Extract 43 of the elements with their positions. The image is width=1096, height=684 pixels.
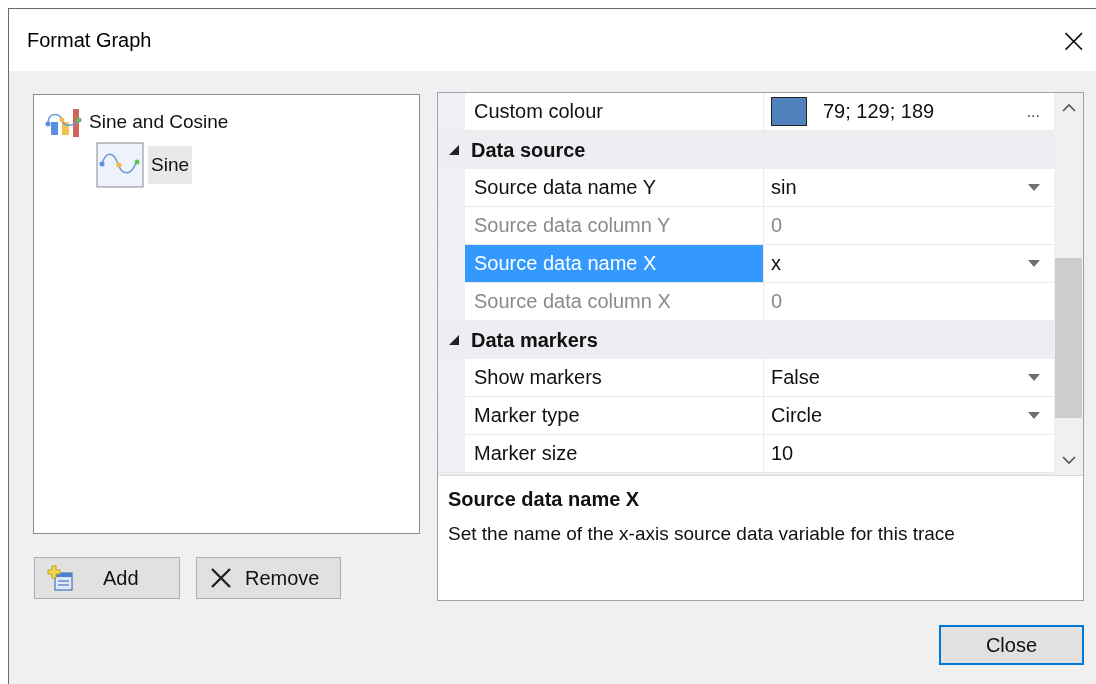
remove-button[interactable]: Remove	[196, 557, 341, 599]
property-value[interactable]: 10	[764, 435, 1054, 472]
dropdown-arrow-icon[interactable]	[1028, 412, 1040, 419]
colour-value: 79; 129; 189	[823, 100, 936, 123]
tree-item[interactable]: Sine and Cosine	[86, 103, 232, 141]
scroll-thumb[interactable]	[1055, 258, 1082, 418]
property-name[interactable]: Source data name Y	[465, 169, 764, 206]
property-value[interactable]: x	[764, 245, 1054, 282]
property-value[interactable]: sin	[764, 169, 1054, 206]
dropdown-arrow-icon[interactable]	[1028, 260, 1040, 267]
add-item-icon	[47, 565, 75, 591]
category-label: Data markers	[471, 328, 598, 352]
dropdown-arrow-icon[interactable]	[1028, 184, 1040, 191]
property-value[interactable]: Circle	[764, 397, 1054, 434]
ellipsis-button[interactable]: ...	[1026, 102, 1040, 121]
property-name[interactable]: Marker type	[465, 397, 764, 434]
wave-icon	[96, 142, 144, 188]
collapse-icon[interactable]	[448, 334, 460, 346]
property-name[interactable]: Show markers	[465, 359, 764, 396]
scroll-down-icon[interactable]	[1061, 455, 1076, 465]
add-button[interactable]: Add	[34, 557, 180, 599]
value-text: False	[771, 366, 821, 389]
close-button[interactable]: Close	[939, 625, 1084, 665]
collapse-icon[interactable]	[448, 144, 460, 156]
property-value[interactable]: False	[764, 359, 1054, 396]
property-name[interactable]: Marker size	[465, 435, 764, 472]
value-text: sin	[771, 176, 798, 199]
value-text: 10	[771, 442, 795, 465]
description-title: Source data name X	[448, 488, 641, 511]
value-text: x	[771, 252, 782, 275]
scrollbar[interactable]	[1054, 93, 1083, 475]
window-title: Format Graph	[27, 28, 152, 52]
dropdown-arrow-icon[interactable]	[1028, 374, 1040, 381]
property-name[interactable]: Custom colour	[465, 93, 764, 130]
tree-item[interactable]: Sine	[148, 146, 193, 184]
description-text: Set the name of the x-axis source data variable for this trace	[448, 523, 956, 545]
scroll-up-icon[interactable]	[1061, 103, 1076, 113]
value-text: 0	[771, 290, 784, 313]
value-text: Circle	[771, 404, 824, 427]
value-text: 0	[771, 214, 784, 237]
remove-icon	[209, 566, 233, 590]
category-label: Data source	[471, 138, 586, 162]
property-value[interactable]: 79; 129; 189 ...	[764, 93, 1054, 130]
